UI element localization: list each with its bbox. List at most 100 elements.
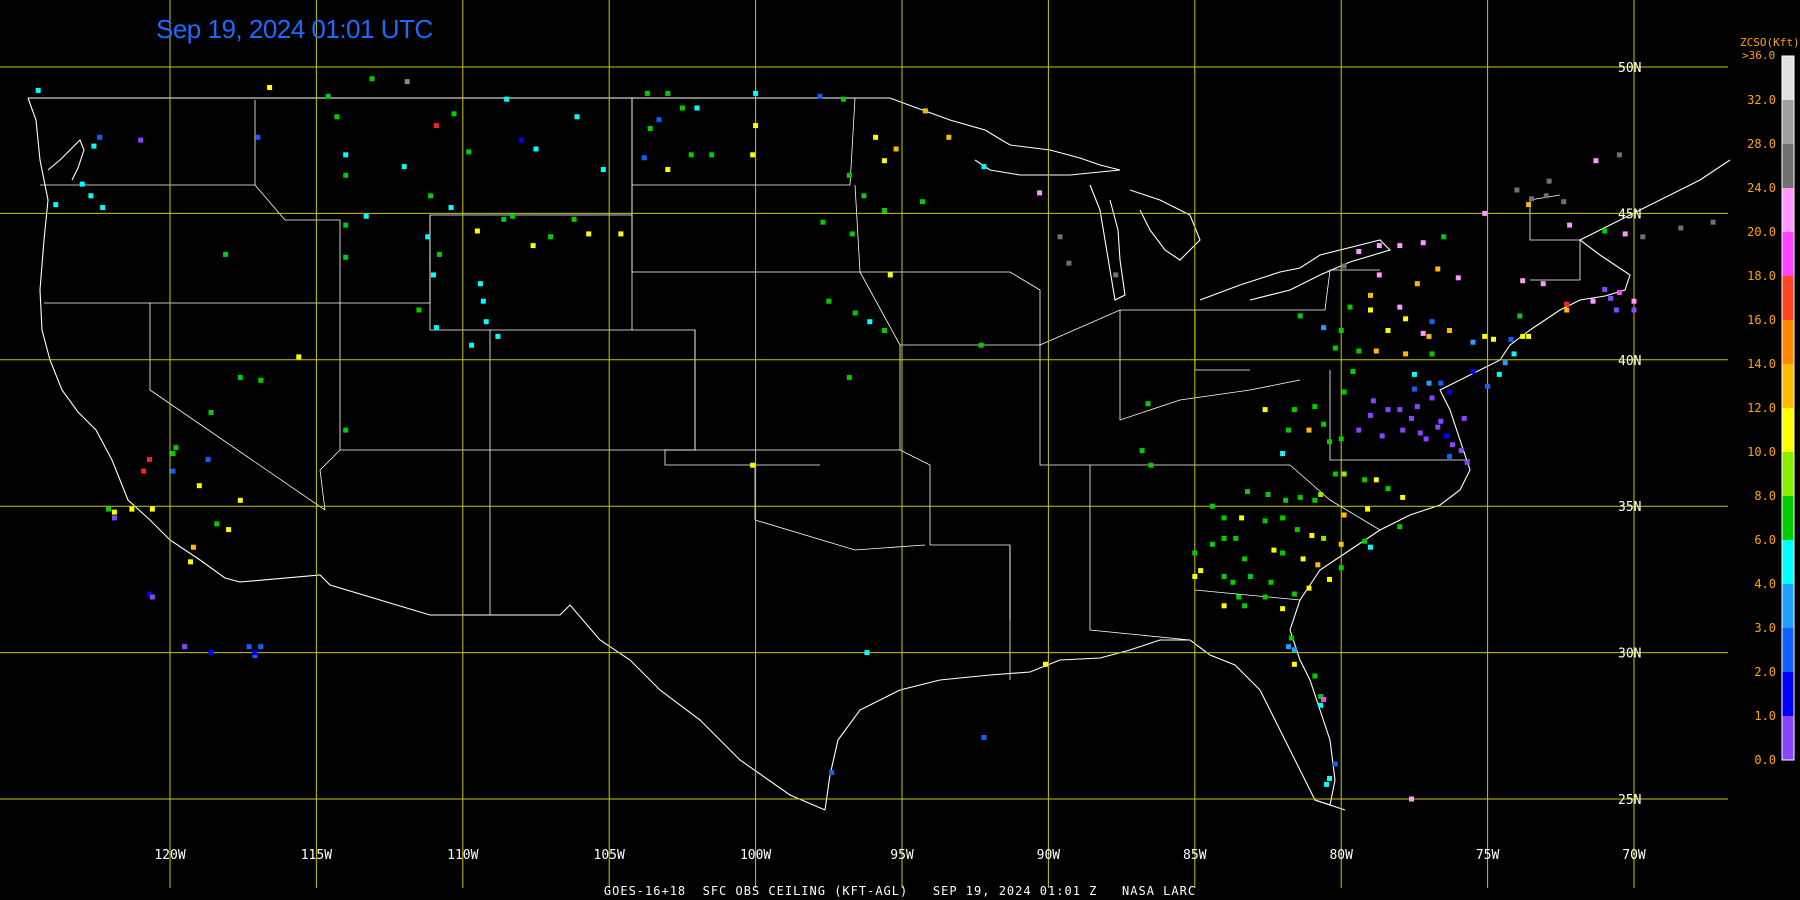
- observation-marker: [1590, 298, 1596, 304]
- colorbar-swatches: [1781, 55, 1795, 761]
- observation-marker: [170, 468, 176, 474]
- observation-marker: [665, 167, 671, 172]
- observation-marker: [1496, 371, 1502, 377]
- observation-marker: [665, 90, 671, 96]
- observation-marker: [1280, 550, 1286, 556]
- observation-marker: [864, 650, 870, 656]
- observation-marker: [1631, 298, 1637, 304]
- observation-marker: [343, 254, 349, 260]
- observation-marker: [571, 216, 577, 222]
- colorbar-swatch: [1782, 408, 1794, 452]
- observation-marker: [849, 231, 855, 237]
- observation-marker: [1057, 234, 1063, 240]
- observation-marker: [188, 559, 193, 565]
- observation-marker: [1350, 369, 1356, 374]
- observation-marker: [1280, 515, 1286, 521]
- observation-marker: [1373, 477, 1379, 483]
- colorbar-swatch: [1782, 452, 1794, 496]
- observation-marker: [1242, 556, 1248, 562]
- observation-marker: [1482, 210, 1488, 216]
- observation-marker: [205, 456, 211, 462]
- observation-marker: [1262, 407, 1268, 413]
- observation-marker: [1286, 427, 1291, 433]
- colorbar-label: 10.0: [1747, 445, 1776, 459]
- observation-marker: [1338, 436, 1344, 442]
- observation-marker: [846, 374, 852, 380]
- observation-marker: [1567, 222, 1573, 228]
- observation-marker: [196, 483, 202, 489]
- observation-marker: [1341, 471, 1347, 477]
- observation-marker: [343, 152, 349, 158]
- observation-marker: [1622, 231, 1628, 237]
- observation-marker: [401, 164, 407, 170]
- observation-marker: [647, 126, 653, 131]
- observation-marker: [1411, 386, 1417, 392]
- observation-marker: [1593, 158, 1599, 164]
- observation-marker: [1608, 295, 1614, 301]
- observation-marker: [1429, 351, 1435, 357]
- lat-label: 40N: [1618, 354, 1641, 369]
- observation-marker: [829, 770, 835, 776]
- observation-marker: [981, 164, 987, 170]
- lon-label: 75W: [1476, 848, 1500, 863]
- observation-marker: [530, 243, 536, 249]
- colorbar-swatch: [1782, 276, 1794, 320]
- observation-marker: [1198, 568, 1204, 574]
- observation-marker: [325, 93, 331, 99]
- observation-marker: [1464, 459, 1470, 465]
- observation-marker: [1561, 199, 1567, 205]
- observation-marker: [255, 134, 261, 140]
- observation-marker: [1312, 404, 1318, 410]
- observation-marker: [1297, 494, 1303, 500]
- colorbar-label: 14.0: [1747, 357, 1776, 371]
- observation-marker: [1341, 263, 1347, 269]
- observation-marker: [1113, 272, 1119, 278]
- observation-marker: [1043, 661, 1048, 667]
- observation-marker: [1409, 415, 1414, 421]
- colorbar-swatch: [1782, 716, 1794, 760]
- observation-marker: [1400, 494, 1406, 500]
- colorbar-label: 20.0: [1747, 225, 1776, 239]
- observation-marker: [548, 234, 554, 240]
- observation-marker: [1379, 433, 1385, 439]
- observation-marker: [1458, 448, 1464, 454]
- observation-marker: [433, 123, 439, 129]
- lon-label: 120W: [154, 848, 185, 863]
- observation-marker: [1283, 497, 1289, 503]
- colorbar-title: ZCSO(Kft): [1740, 36, 1800, 49]
- observation-marker: [1332, 345, 1338, 351]
- observation-marker: [1373, 348, 1379, 354]
- observation-marker: [88, 193, 94, 199]
- observation-marker: [1341, 389, 1347, 395]
- observation-marker: [1365, 506, 1371, 512]
- observation-marker: [1368, 292, 1373, 298]
- observation-marker: [981, 735, 987, 740]
- observation-marker: [1514, 187, 1520, 193]
- observation-marker: [694, 105, 700, 111]
- observation-marker: [753, 123, 759, 129]
- observation-marker: [170, 451, 176, 456]
- observation-marker: [1508, 336, 1514, 342]
- colorbar-label: 24.0: [1747, 181, 1776, 195]
- observation-marker: [100, 205, 106, 210]
- observation-marker: [1312, 497, 1318, 503]
- observation-marker: [369, 76, 375, 82]
- observation-marker: [53, 202, 59, 208]
- observation-marker: [861, 193, 867, 199]
- observation-marker: [679, 105, 685, 111]
- observation-marker: [1338, 541, 1344, 547]
- colorbar-swatch: [1782, 672, 1794, 716]
- observation-marker: [1414, 281, 1420, 287]
- observation-marker: [190, 544, 196, 550]
- observation-marker: [946, 134, 952, 140]
- observation-marker: [1441, 234, 1447, 240]
- lon-label: 115W: [301, 848, 332, 863]
- observation-marker: [1321, 535, 1327, 541]
- colorbar-swatch: [1782, 584, 1794, 628]
- observation-marker: [1417, 430, 1423, 436]
- observation-marker: [1517, 313, 1523, 319]
- colorbar-swatch: [1782, 100, 1794, 144]
- observation-marker: [428, 193, 434, 199]
- observation-marker: [510, 213, 516, 219]
- observation-marker: [1192, 574, 1198, 579]
